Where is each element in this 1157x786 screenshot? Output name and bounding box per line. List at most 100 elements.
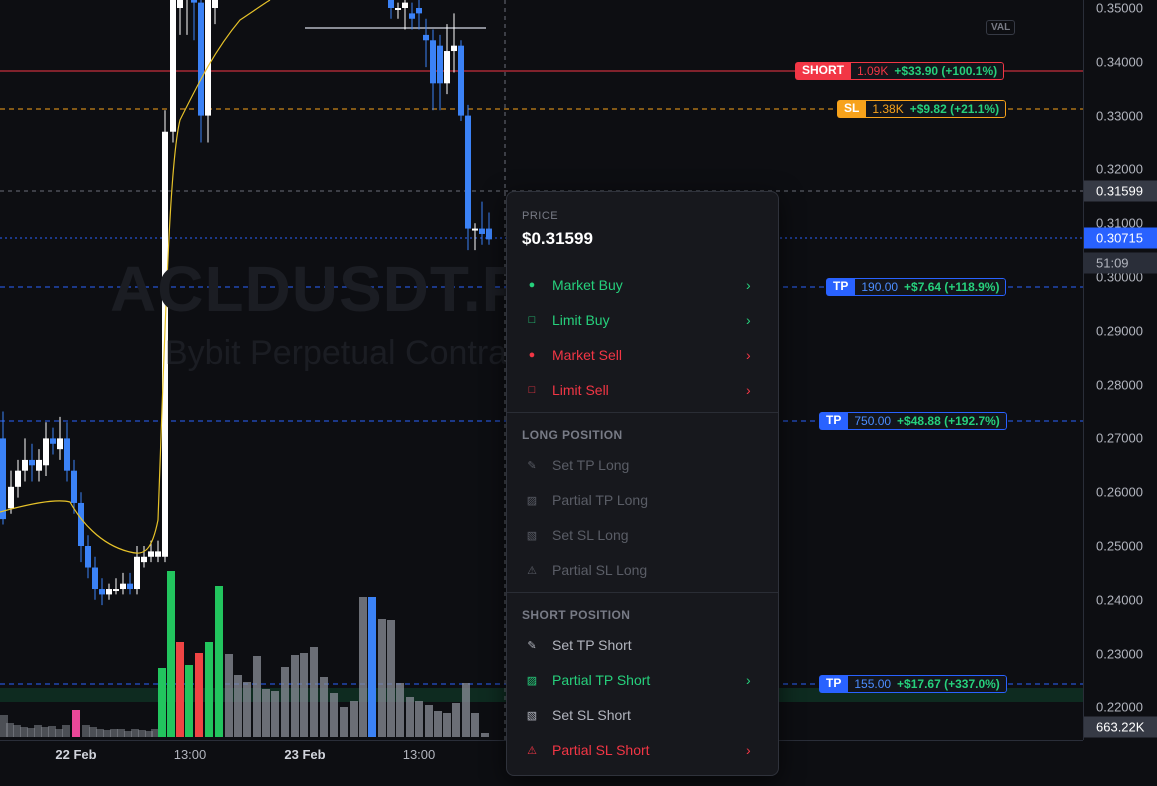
candle-body [92,567,98,590]
volume-bar [300,653,308,737]
candle-body [99,589,105,595]
candle-body [43,438,49,466]
order-qty: 1.38K [872,102,904,116]
order-pnl: +$17.67 (+337.0%) [897,677,1000,691]
candle-body [78,502,84,546]
candle-body [120,583,126,590]
volume-bar [13,725,21,737]
last-price-badge: 0.30715 [1084,227,1157,249]
price-tick: 0.32000 [1096,161,1143,177]
order-pnl: +$48.88 (+192.7%) [897,414,1000,428]
menu-item-label: Set TP Short [552,637,632,653]
candle-body [430,40,436,84]
candle-body [15,470,21,487]
volume-bar [271,691,279,737]
volume-bar [340,707,348,737]
menu-item-label: Market Sell [552,347,623,363]
candle-body [50,438,56,444]
volume-bar [425,705,433,737]
volume-bar [96,729,104,737]
square-icon: □ [528,384,536,396]
menu-price-value: $0.31599 [522,229,593,248]
volume-bar [124,731,132,737]
volume-bar [291,655,299,737]
menu-item-limit-buy[interactable]: □ Limit Buy › [507,304,778,336]
volume-bar [415,701,423,737]
symbol-watermark: ACLDUSDT.P, [110,253,536,325]
order-tag-tp-1[interactable]: TP 190.00 +$7.64 (+118.9%) [826,278,1007,296]
menu-item-limit-sell[interactable]: □ Limit Sell › [507,374,778,406]
order-pnl: +$33.90 (+100.1%) [894,64,998,78]
description-watermark: Bybit Perpetual Contra [165,334,508,372]
volume-bar [253,656,261,737]
chevron-right-icon: › [746,347,751,363]
order-qty: 750.00 [854,414,892,428]
volume-bar [110,729,118,737]
candle-body [106,589,112,595]
order-kind: SHORT [795,62,851,80]
volume-bar [89,727,97,737]
menu-item-set-sl-short[interactable]: ▧ Set SL Short [507,699,778,731]
chevron-right-icon: › [746,742,751,758]
candle-body [29,459,35,466]
menu-item-set-tp-long[interactable]: ✎ Set TP Long [507,449,778,481]
menu-item-market-buy[interactable]: ● Market Buy › [507,269,778,301]
order-tag-sl[interactable]: SL 1.38K +$9.82 (+21.1%) [837,100,1007,118]
price-tick: 0.28000 [1096,377,1143,393]
menu-item-partial-tp-long[interactable]: ▨ Partial TP Long [507,484,778,516]
menu-item-label: Set SL Long [552,527,629,543]
volume-bar [34,725,42,737]
menu-item-set-sl-long[interactable]: ▧ Set SL Long [507,519,778,551]
volume-bar [225,654,233,737]
price-tick: 0.22000 [1096,699,1143,715]
chart-context-menu: PRICE $0.31599 ● Market Buy › □ Limit Bu… [506,191,779,776]
price-tick: 0.25000 [1096,538,1143,554]
candle-body [409,13,415,19]
chevron-right-icon: › [746,312,751,328]
volume-bar [378,619,386,737]
candle-body [134,556,140,590]
candle-body [486,228,492,240]
candle-body [458,45,464,116]
menu-item-partial-tp-short[interactable]: ▨ Partial TP Short › [507,664,778,696]
volume-bar [176,642,184,737]
candle-body [127,583,133,590]
order-tag-tp-2[interactable]: TP 750.00 +$48.88 (+192.7%) [819,412,1007,430]
order-pnl: +$7.64 (+118.9%) [904,280,1000,294]
order-qty: 1.09K [857,64,889,78]
shield-square-icon: ▧ [526,709,538,722]
volume-bar [55,729,63,737]
candle-body [22,459,28,471]
volume-bar [158,668,166,737]
order-kind: SL [837,100,867,118]
volume-bar [359,597,367,737]
order-tag-tp-3[interactable]: TP 155.00 +$17.67 (+337.0%) [819,675,1007,693]
price-axis[interactable]: 0.35000 0.34000 0.33000 0.32000 0.31000 0.300… [1083,0,1157,740]
volume-bar [330,693,338,737]
time-tick: 22 Feb [55,747,97,762]
menu-item-label: Limit Buy [552,312,610,328]
val-tag[interactable]: VAL [986,20,1016,35]
candle-body [212,0,218,8]
volume-bar [62,725,70,737]
menu-divider [507,412,778,413]
candle-body [155,551,161,557]
volume-bar [20,727,28,737]
candle-body [8,486,14,509]
menu-item-set-tp-short[interactable]: ✎ Set TP Short [507,629,778,661]
crosshair-price-badge: 0.31599 [1084,180,1157,202]
menu-item-label: Partial TP Long [552,492,648,508]
candle-body [71,470,77,503]
menu-item-partial-sl-short[interactable]: ⚠ Partial SL Short › [507,734,778,766]
volume-bar [72,710,80,737]
volume-bar [350,701,358,737]
menu-item-partial-sl-long[interactable]: ⚠ Partial SL Long [507,554,778,586]
price-tick: 0.27000 [1096,430,1143,446]
menu-item-label: Set TP Long [552,457,630,473]
volume-bar [48,726,56,737]
volume-bar [481,733,489,737]
menu-item-market-sell[interactable]: ● Market Sell › [507,339,778,371]
volume-bar [387,620,395,737]
candle-body [479,228,485,234]
order-tag-short[interactable]: SHORT 1.09K +$33.90 (+100.1%) [795,62,1005,80]
